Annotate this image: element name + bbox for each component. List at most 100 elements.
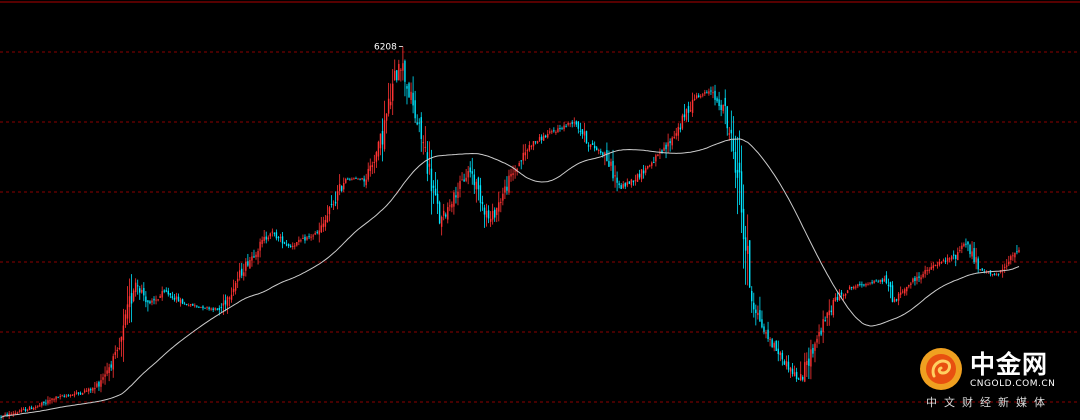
candle-body [765,332,767,334]
candle-body [804,362,806,382]
candle-body [308,236,310,238]
candle [230,287,233,303]
candle-body [389,101,392,106]
candle [665,142,667,159]
candle-body [981,268,983,271]
candle-body [214,308,216,310]
candle-body [573,122,575,124]
candle [177,293,180,302]
candle [345,177,347,184]
candle-body [71,394,74,396]
candle [942,258,945,262]
candle [181,298,184,305]
candle [226,295,229,314]
candle-body [212,308,214,311]
candle-body [587,145,590,147]
candle-body [997,273,1000,275]
candle-body [471,171,473,174]
candle [657,153,659,157]
candle-body [257,251,259,257]
candle [208,306,210,311]
candle-body [514,170,516,172]
candle-body [738,162,741,173]
candle [169,293,172,299]
candle-body [243,272,245,276]
candle [726,105,728,136]
candle-body [245,261,247,271]
candle [863,283,865,287]
candle [804,352,806,383]
candle [848,285,851,290]
candle-body [426,152,429,174]
candle [830,305,833,316]
candle [185,303,188,306]
candle-body [273,232,276,234]
candle [881,277,884,285]
candle-body [157,299,159,301]
watermark-logo: 中金网 CNGOLD.COM.CN 中文财经新媒体 [918,342,1078,412]
candle-body [640,169,643,180]
candle [997,273,1000,277]
candle-body [477,177,480,190]
candle-body [524,152,527,156]
candle [791,362,794,377]
candle-body [359,178,361,180]
candle [759,296,761,322]
candle-body [591,143,594,145]
candle [1018,247,1020,254]
candle [279,233,282,243]
candle [289,244,292,248]
candle-body [706,92,708,94]
candle-body [53,399,55,401]
candle-body [901,291,904,293]
candle-body [781,352,784,360]
candle-body [950,256,953,260]
candle-body [414,100,416,119]
candle-body [577,121,580,129]
candle-body [434,188,437,196]
candle-body [663,147,665,151]
candle-body [740,171,743,213]
candle [47,396,49,406]
candle-body [887,284,890,286]
candle-body [422,142,425,144]
candle-body [232,288,235,293]
candle [834,293,837,302]
candle-body [457,191,459,198]
candle [85,387,88,392]
candle [961,242,963,254]
candle [404,59,406,97]
candle [673,130,675,139]
candle-body [451,204,453,208]
candle-body [318,230,320,235]
candle [693,94,696,101]
candle [989,270,992,277]
candle [457,182,459,206]
candle [549,127,551,135]
candle [22,407,25,411]
candle [789,366,792,379]
candle [65,394,68,398]
peak-label: 6208 [374,43,397,53]
candle-body [820,330,822,335]
candle [930,262,932,270]
candle-body [432,185,435,188]
candle [802,375,804,382]
candle [775,340,777,351]
candle-body [534,141,537,143]
candle-body [1008,261,1010,265]
candle-body [685,109,688,120]
candle-body [602,152,604,156]
candle [394,59,396,81]
candle [889,281,892,299]
candle [691,92,694,117]
candle [920,274,922,284]
candle [614,165,616,188]
candle [302,234,304,240]
candle-body [848,286,851,290]
candle [30,405,33,410]
candle [940,261,943,265]
candle [426,141,429,182]
candle-body [808,358,810,366]
candle [532,140,535,151]
